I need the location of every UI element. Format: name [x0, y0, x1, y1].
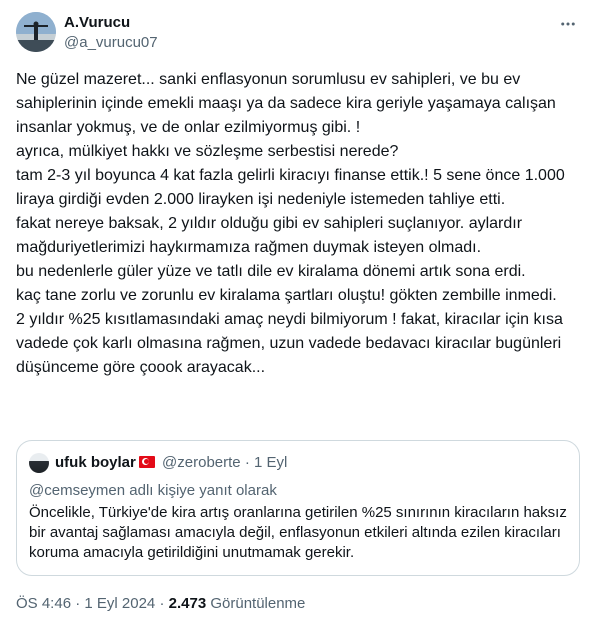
tweet-text: Ne güzel mazeret... sanki enflasyonun so…: [16, 71, 565, 376]
views-count: 2.473: [168, 595, 207, 612]
avatar-image: [16, 12, 56, 52]
quoted-author-avatar: [29, 453, 49, 473]
views-label: Görüntülenme: [210, 595, 306, 612]
turkey-flag-icon: [138, 456, 155, 468]
tweet-time[interactable]: ÖS 4:46: [16, 595, 71, 612]
quoted-separator: ·: [244, 454, 250, 471]
author-name[interactable]: A.Vurucu: [64, 14, 130, 32]
footer-separator-1: ·: [75, 595, 81, 612]
tweet: A.Vurucu @a_vurucu07 Ne güzel mazeret...…: [0, 0, 596, 633]
author-avatar[interactable]: [16, 12, 56, 52]
tweet-date[interactable]: 1 Eyl 2024: [84, 595, 155, 612]
quoted-reply-context: @cemseymen adlı kişiye yanıt olarak: [29, 482, 277, 499]
quoted-text: Öncelikle, Türkiye'de kira artış oranlar…: [29, 504, 567, 561]
more-options-button[interactable]: [556, 12, 580, 36]
quoted-date: 1 Eyl: [253, 454, 288, 471]
quoted-author-name: ufuk boylar: [55, 454, 136, 471]
tweet-footer: ÖS 4:46 · 1 Eyl 2024 · 2.473 Görüntülenm…: [16, 594, 305, 614]
quoted-tweet[interactable]: ufuk boylar @zeroberte · 1 Eyl @cemseyme…: [16, 440, 580, 576]
more-horizontal-icon: [561, 22, 575, 26]
quoted-author-handle: @zeroberte: [162, 454, 241, 471]
footer-separator-2: ·: [159, 595, 165, 612]
author-handle[interactable]: @a_vurucu07: [64, 34, 158, 52]
quoted-header: ufuk boylar @zeroberte · 1 Eyl: [55, 454, 287, 472]
